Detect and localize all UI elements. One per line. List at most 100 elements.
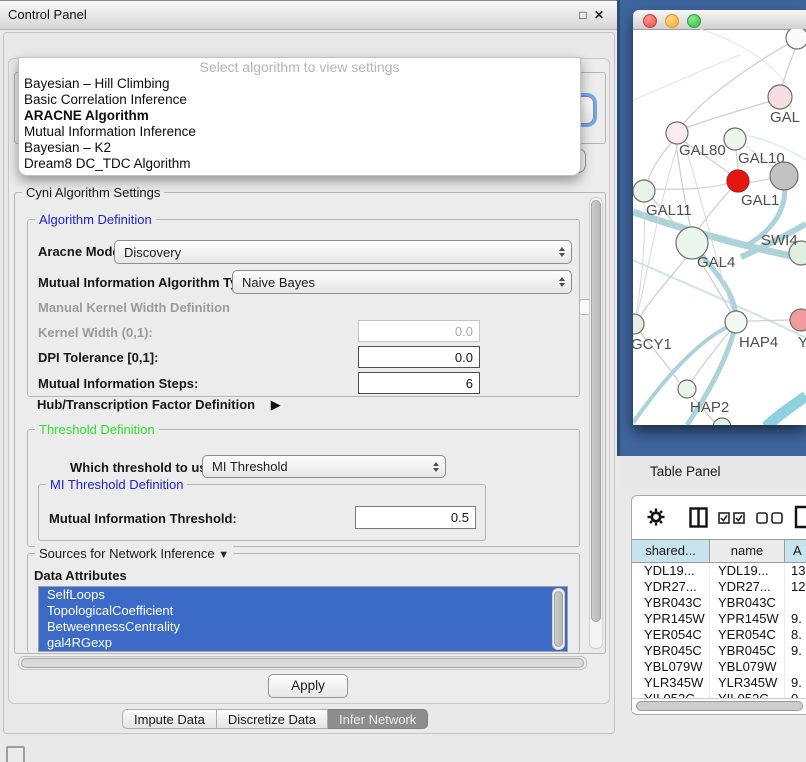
node-label: GAL	[770, 109, 800, 126]
minimize-traffic-light-icon[interactable]	[665, 14, 679, 28]
network-node-y[interactable]	[790, 309, 806, 331]
table-cell: YBR045C	[710, 643, 785, 659]
table-row[interactable]: YER054CYER054C8.	[632, 627, 806, 643]
table-hscrollbar[interactable]	[632, 698, 806, 712]
mi-threshold-label: Mutual Information Threshold:	[49, 511, 237, 526]
table-cell: YBR043C	[632, 595, 710, 611]
settings-hscrollbar[interactable]	[18, 656, 587, 670]
aracne-mode-select[interactable]: Discovery	[114, 240, 572, 264]
algorithm-option[interactable]: Bayesian – K2	[19, 140, 580, 156]
algorithm-definition-title: Algorithm Definition	[35, 212, 156, 227]
algorithm-option[interactable]: Bayesian – Hill Climbing	[19, 76, 580, 92]
attribute-item[interactable]: gal4RGexp	[39, 635, 567, 651]
network-node-hap4[interactable]	[725, 311, 747, 333]
network-node-hap2[interactable]	[678, 380, 696, 398]
tab-infer-network[interactable]: Infer Network	[328, 709, 428, 729]
network-window-titlebar[interactable]	[633, 10, 806, 30]
network-node-gal1[interactable]	[727, 170, 749, 192]
attribute-item[interactable]: SelfLoops	[39, 587, 567, 603]
table-row[interactable]: YDR27...YDR27...12	[632, 579, 806, 595]
network-node[interactable]	[713, 418, 731, 425]
node-label: GAL80	[679, 142, 726, 159]
tab-discretize-data[interactable]: Discretize Data	[217, 709, 328, 729]
table-row[interactable]: YBR045CYBR045C9.	[632, 643, 806, 659]
attribute-item[interactable]: TopologicalCoefficient	[39, 603, 567, 619]
mi-threshold-group: MI Threshold Definition Mutual Informati…	[38, 484, 486, 541]
sources-title-row[interactable]: Sources for Network Inference ▼	[35, 546, 233, 561]
network-node-gal10[interactable]	[724, 128, 746, 150]
document-icon[interactable]	[794, 505, 806, 529]
which-threshold-value: MI Threshold	[212, 459, 288, 474]
table-row[interactable]: YLR345WYLR345W9.	[632, 675, 806, 691]
network-node-gcy1[interactable]	[633, 314, 644, 334]
mi-type-value: Naive Bayes	[242, 275, 315, 290]
network-canvas[interactable]: GALGAL80GAL10GAL1GAL11GAL4SWI4GCY1HAP4YH…	[633, 29, 806, 425]
settings-scrollbar-thumb[interactable]	[591, 200, 601, 622]
algorithm-popup: Select algorithm to view settings Bayesi…	[18, 57, 581, 176]
column-header-name[interactable]: name	[710, 540, 785, 562]
close-icon[interactable]: ✕	[592, 8, 606, 22]
table-row[interactable]: YIL052CYIL052C0.	[632, 691, 806, 698]
table-row[interactable]: YBR043CYBR043C	[632, 595, 806, 611]
table-cell: YDL19...	[710, 563, 785, 579]
zoom-traffic-light-icon[interactable]	[687, 14, 701, 28]
attributes-scrollbar-thumb[interactable]	[554, 591, 563, 647]
hub-expand-icon[interactable]: ▶	[271, 397, 281, 413]
close-traffic-light-icon[interactable]	[643, 14, 657, 28]
cyni-settings-title: Cyni Algorithm Settings	[22, 185, 164, 200]
mi-threshold-field[interactable]: 0.5	[355, 506, 476, 529]
network-node[interactable]	[770, 162, 798, 190]
gear-icon[interactable]	[647, 508, 665, 526]
node-label: HAP4	[739, 334, 778, 351]
hub-definition-toggle[interactable]: Hub/Transcription Factor Definition ▶	[37, 397, 281, 413]
manual-kernel-label: Manual Kernel Width Definition	[38, 300, 230, 315]
bottom-tab-bar: Impute Data Discretize Data Infer Network	[122, 709, 428, 729]
apply-button[interactable]: Apply	[268, 674, 348, 698]
table-panel-title: Table Panel	[650, 464, 721, 479]
table-row[interactable]: YPR145WYPR145W9.	[632, 611, 806, 627]
which-threshold-select[interactable]: MI Threshold	[202, 455, 446, 478]
settings-hscrollbar-thumb[interactable]	[21, 658, 584, 668]
table-cell: 9.	[785, 611, 806, 627]
attributes-scrollbar[interactable]	[552, 588, 565, 650]
network-node-gal80[interactable]	[666, 122, 688, 144]
split-columns-icon[interactable]	[689, 507, 708, 528]
panel-dock-icon[interactable]	[6, 746, 25, 762]
settings-scrollbar[interactable]	[589, 197, 603, 649]
mi-type-select[interactable]: Naive Bayes	[232, 270, 572, 294]
algorithm-option[interactable]: Mutual Information Inference	[19, 124, 580, 140]
checked-boxes-icon[interactable]	[718, 512, 745, 524]
table-hscrollbar-thumb[interactable]	[636, 701, 803, 711]
table-row[interactable]: YDL19...YDL19...13	[632, 563, 806, 579]
unchecked-boxes-icon[interactable]	[756, 512, 783, 524]
column-header-shared[interactable]: shared...	[632, 540, 710, 562]
algorithm-option-list: Bayesian – Hill ClimbingBasic Correlatio…	[19, 76, 580, 172]
algorithm-option[interactable]: Basic Correlation Inference	[19, 92, 580, 108]
sources-collapse-icon[interactable]: ▼	[218, 549, 229, 561]
kernel-width-field[interactable]: 0.0	[358, 320, 480, 342]
algorithm-option[interactable]: Dream8 DC_TDC Algorithm	[19, 156, 580, 172]
dpi-tolerance-label: DPI Tolerance [0,1]:	[38, 350, 158, 365]
tab-label: Discretize Data	[228, 712, 316, 727]
column-header-a[interactable]: A	[785, 540, 806, 562]
attribute-item[interactable]: BetweennessCentrality	[39, 619, 567, 635]
application-window: Control Panel □ ✕ NetworkStyleSelectCyni…	[0, 0, 806, 762]
table-cell: YBL079W	[632, 659, 710, 675]
table-toolbar	[632, 496, 806, 539]
network-node-gal11[interactable]	[633, 180, 655, 202]
hub-definition-label: Hub/Transcription Factor Definition	[37, 397, 255, 412]
tab-impute-data[interactable]: Impute Data	[122, 709, 217, 729]
tab-label: Impute Data	[134, 712, 205, 727]
table-row[interactable]: YBL079WYBL079W	[632, 659, 806, 675]
algorithm-option[interactable]: ARACNE Algorithm	[19, 108, 580, 124]
table-cell	[785, 595, 806, 611]
table-header-row: shared...nameA	[632, 539, 806, 563]
maximize-icon[interactable]: □	[576, 8, 590, 22]
network-node-gal[interactable]	[768, 85, 792, 109]
dpi-tolerance-field[interactable]: 0.0	[358, 346, 480, 368]
data-attributes-list[interactable]: SelfLoopsTopologicalCoefficientBetweenne…	[38, 586, 568, 652]
table-cell: 12	[785, 579, 806, 595]
mi-steps-field[interactable]: 6	[358, 372, 480, 394]
network-node[interactable]	[786, 29, 806, 49]
table-cell: YBR045C	[632, 643, 710, 659]
